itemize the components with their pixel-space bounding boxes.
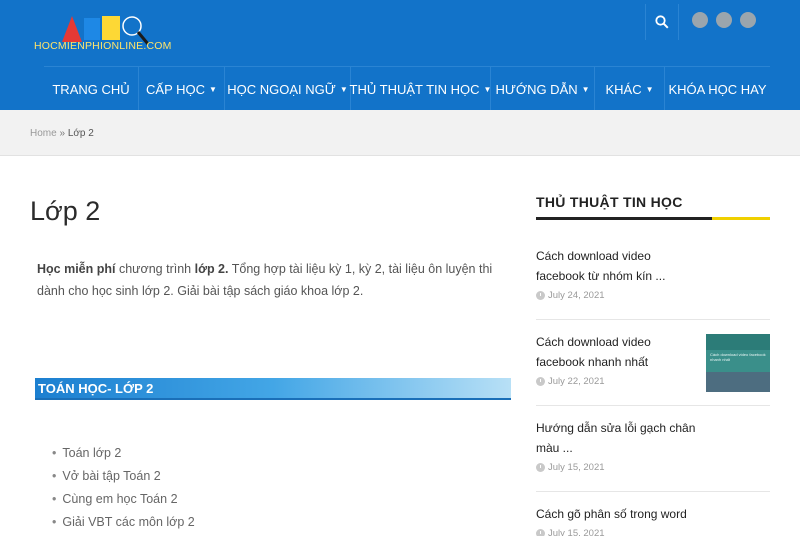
clock-icon — [536, 529, 545, 536]
nav-label: THỦ THUẬT TIN HỌC — [349, 81, 480, 97]
list-item-link[interactable]: Cùng em học Toán 2 — [52, 488, 195, 511]
breadcrumb-bar: Home » Lớp 2 — [0, 110, 800, 156]
nav-label: HƯỚNG DẪN — [495, 81, 578, 97]
nav-item-huong-dan[interactable]: HƯỚNG DẪN ▼ — [490, 67, 594, 111]
chevron-down-icon: ▼ — [581, 84, 590, 94]
post-date: July 24, 2021 — [536, 290, 770, 301]
nav-label: KHÓA HỌC HAY — [668, 81, 767, 97]
thumbnail-banner — [706, 334, 770, 350]
nav-item-hoc-ngoai-ngu[interactable]: HỌC NGOẠI NGỮ ▼ — [224, 67, 350, 111]
nav-label: HỌC NGOẠI NGỮ — [227, 81, 336, 97]
intro-bold-2: lớp 2. — [194, 262, 229, 276]
sidebar-post[interactable]: Cách download video facebook từ nhóm kín… — [536, 246, 770, 301]
post-date-text: July 15, 2021 — [548, 528, 605, 536]
post-divider — [536, 491, 770, 492]
thumbnail-caption: Cách download video facebook nhanh nhất — [710, 352, 766, 362]
chevron-down-icon: ▼ — [339, 84, 348, 94]
site-logo[interactable]: HOCMIENPHIONLINE.COM — [34, 10, 174, 58]
nav-label: TRANG CHỦ — [52, 81, 130, 97]
clock-icon — [536, 463, 545, 472]
post-date-text: July 24, 2021 — [548, 290, 605, 301]
nav-item-cap-hoc[interactable]: CẤP HỌC ▼ — [138, 67, 224, 111]
chevron-down-icon: ▼ — [209, 84, 217, 94]
sidebar-title-accent — [712, 217, 770, 220]
site-header: HOCMIENPHIONLINE.COM TRANG CHỦ CẤP HỌC ▼ … — [0, 0, 800, 111]
nav-label: CẤP HỌC — [146, 81, 206, 97]
post-date: July 15, 2021 — [536, 528, 770, 536]
nav-item-khoa-hoc-hay[interactable]: KHÓA HỌC HAY — [664, 67, 770, 111]
breadcrumb-separator: » — [59, 128, 66, 139]
lesson-list: Toán lớp 2 Vở bài tập Toán 2 Cùng em học… — [52, 442, 195, 534]
list-item-link[interactable]: Toán lớp 2 — [52, 442, 195, 465]
sidebar-title: THỦ THUẬT TIN HỌC — [536, 194, 683, 210]
section-heading-text: TOÁN HỌC- LỚP 2 — [38, 381, 154, 396]
sidebar-post[interactable]: Hướng dẫn sửa lỗi gạch chân màu ... July… — [536, 418, 770, 473]
social-icon-1[interactable] — [692, 12, 708, 28]
page-title: Lớp 2 — [30, 196, 101, 226]
sidebar-post[interactable]: Cách gõ phân số trong word July 15, 2021 — [536, 504, 770, 536]
breadcrumb-home-link[interactable]: Home — [30, 128, 57, 139]
intro-paragraph: Học miễn phí chương trình lớp 2. Tổng hợ… — [37, 258, 517, 302]
section-heading: TOÁN HỌC- LỚP 2 — [35, 378, 511, 400]
nav-label: KHÁC — [605, 81, 642, 97]
social-icon-3[interactable] — [740, 12, 756, 28]
logo-text: HOCMIENPHIONLINE.COM — [34, 40, 172, 52]
clock-icon — [536, 377, 545, 386]
post-title-link[interactable]: Hướng dẫn sửa lỗi gạch chân màu ... — [536, 418, 696, 458]
main-nav: TRANG CHỦ CẤP HỌC ▼ HỌC NGOẠI NGỮ ▼ THỦ TH… — [44, 66, 770, 111]
nav-item-khac[interactable]: KHÁC ▼ — [594, 67, 664, 111]
post-title-link[interactable]: Cách gõ phân số trong word — [536, 504, 696, 524]
intro-bold-1: Học miễn phí — [37, 262, 116, 276]
chevron-down-icon: ▼ — [645, 84, 654, 94]
breadcrumb-current: Lớp 2 — [67, 128, 94, 139]
breadcrumb: Home » Lớp 2 — [30, 128, 94, 139]
search-button[interactable] — [645, 4, 679, 40]
post-divider — [536, 319, 770, 320]
clock-icon — [536, 291, 545, 300]
nav-item-trang-chu[interactable]: TRANG CHỦ — [44, 67, 138, 111]
post-date-text: July 15, 2021 — [548, 462, 605, 473]
nav-item-thu-thuat-tin-hoc[interactable]: THỦ THUẬT TIN HỌC ▼ — [349, 67, 491, 111]
social-icon-2[interactable] — [716, 12, 732, 28]
list-item-link[interactable]: Giải VBT các môn lớp 2 — [52, 511, 194, 534]
post-date-text: July 22, 2021 — [548, 376, 605, 387]
search-icon — [655, 15, 669, 29]
post-thumbnail-image[interactable]: Cách download video facebook nhanh nhất — [706, 334, 770, 392]
post-title-link[interactable]: Cách download video facebook nhanh nhất — [536, 332, 696, 372]
post-title-link[interactable]: Cách download video facebook từ nhóm kín… — [536, 246, 696, 286]
post-divider — [536, 405, 770, 406]
thumbnail-photo — [706, 372, 770, 392]
list-item-link[interactable]: Vở bài tập Toán 2 — [52, 465, 195, 488]
intro-text-1: chương trình — [115, 262, 195, 276]
post-date: July 15, 2021 — [536, 462, 770, 473]
